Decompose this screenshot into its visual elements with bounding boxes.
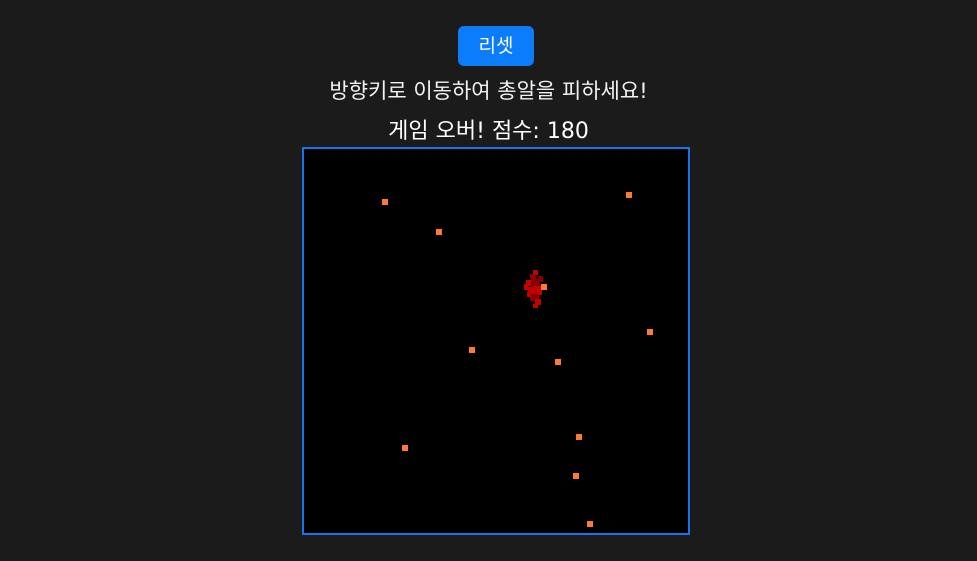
game-status: 게임 오버! 점수: 180 xyxy=(0,116,977,148)
bullet-icon xyxy=(402,445,408,451)
bullet-icon xyxy=(576,434,582,440)
game-over-label: 게임 오버! 점수: xyxy=(388,119,547,144)
bullet-icon xyxy=(587,521,593,527)
game-board[interactable] xyxy=(302,147,690,535)
bullet-icon xyxy=(382,199,388,205)
bullet-icon xyxy=(573,473,579,479)
bullet-icon xyxy=(541,284,547,290)
bullet-icon xyxy=(647,329,653,335)
score-value: 180 xyxy=(546,119,589,144)
game-canvas[interactable] xyxy=(304,149,688,533)
bullet-icon xyxy=(626,192,632,198)
bullet-icon xyxy=(555,359,561,365)
instructions-text: 방향키로 이동하여 총알을 피하세요! xyxy=(329,79,648,103)
game-page: 리셋 방향키로 이동하여 총알을 피하세요! 게임 오버! 점수: 180 xyxy=(0,0,977,561)
bullet-icon xyxy=(469,347,475,353)
reset-button[interactable]: 리셋 xyxy=(458,26,534,66)
player-explosion-icon xyxy=(524,270,543,308)
bullet-icon xyxy=(436,229,442,235)
